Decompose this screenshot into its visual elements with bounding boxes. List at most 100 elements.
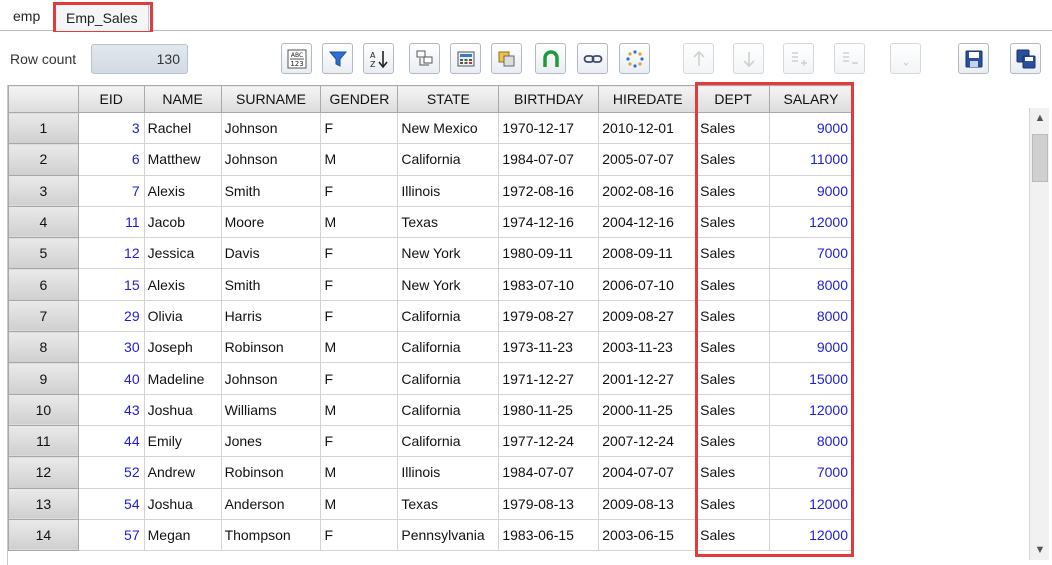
cell-salary[interactable]: 9000 [769,331,853,364]
table-row[interactable]: 4 11 Jacob Moore M Texas 1974-12-16 2004-12-16 S… [8,205,853,239]
cell-dept[interactable]: Sales [696,488,771,520]
cell-hiredate[interactable]: 2009-08-13 [598,488,698,520]
cell-dept[interactable]: Sales [696,456,771,489]
cell-eid[interactable]: 30 [78,331,145,364]
cell-birthday[interactable]: 1971-12-27 [498,362,600,395]
cell-birthday[interactable]: 1984-07-07 [498,143,600,176]
cell-hiredate[interactable]: 2005-07-07 [598,143,698,176]
cell-dept[interactable]: Sales [696,394,771,426]
cell-eid[interactable]: 7 [78,175,145,207]
tab-emp-sales[interactable]: Emp_Sales [55,4,149,31]
table-row[interactable]: 5 12 Jessica Davis F New York 1980-09-11 2008-0… [8,237,853,270]
scroll-up-icon[interactable]: ▲ [1030,108,1050,128]
row-number[interactable]: 6 [8,268,79,301]
cell-eid[interactable]: 57 [78,519,145,552]
table-row[interactable]: 13 54 Joshua Anderson M Texas 1979-08-13 2009-0… [8,487,853,520]
sort-button[interactable]: A Z [363,43,394,74]
cell-eid[interactable]: 12 [78,237,145,270]
cell-surname[interactable]: Johnson [221,112,322,145]
cell-hiredate[interactable]: 2004-07-07 [598,456,698,489]
cell-gender[interactable]: M [320,143,399,176]
cell-gender[interactable]: F [320,175,399,207]
blank-button[interactable] [890,43,921,74]
column-header-gender[interactable]: GENDER [320,85,399,113]
cell-gender[interactable]: M [320,456,399,489]
cell-state[interactable]: Pennsylvania [397,519,500,552]
cell-eid[interactable]: 6 [78,143,145,176]
cell-salary[interactable]: 8000 [769,268,853,301]
cell-birthday[interactable]: 1977-12-24 [498,425,600,458]
column-header-salary[interactable]: SALARY [769,85,853,113]
cell-surname[interactable]: Thompson [221,519,322,552]
cell-salary[interactable]: 15000 [769,362,853,395]
cell-eid[interactable]: 15 [78,268,145,301]
vertical-scrollbar[interactable]: ▲ ▼ [1029,108,1049,560]
cell-dept[interactable]: Sales [696,425,771,458]
cell-hiredate[interactable]: 2007-12-24 [598,425,698,458]
cell-state[interactable]: California [397,331,500,364]
row-number[interactable]: 11 [8,424,79,458]
cell-gender[interactable]: M [320,206,399,239]
cell-birthday[interactable]: 1972-08-16 [498,175,600,207]
cell-dept[interactable]: Sales [696,206,771,239]
move-up-button[interactable] [683,43,714,74]
row-number[interactable]: 7 [8,299,79,333]
cell-birthday[interactable]: 1979-08-27 [498,300,600,333]
cell-state[interactable]: New York [397,268,500,301]
cell-gender[interactable]: F [320,300,399,333]
cell-surname[interactable]: Williams [221,394,322,426]
cell-hiredate[interactable]: 2003-06-15 [598,519,698,552]
cell-birthday[interactable]: 1974-12-16 [498,206,600,239]
cell-salary[interactable]: 7000 [769,237,853,270]
table-row[interactable]: 12 52 Andrew Robinson M Illinois 1984-07-07 200… [8,456,853,489]
cell-gender[interactable]: F [320,268,399,301]
cell-salary[interactable]: 8000 [769,300,853,333]
row-number[interactable]: 5 [8,237,79,270]
cell-surname[interactable]: Johnson [221,362,322,395]
cell-hiredate[interactable]: 2006-07-10 [598,268,698,301]
row-number[interactable]: 12 [8,456,79,489]
row-number[interactable]: 8 [8,331,79,364]
row-number[interactable]: 2 [8,143,79,176]
cell-salary[interactable]: 12000 [769,488,853,520]
cell-state[interactable]: Illinois [397,175,500,207]
cell-salary[interactable]: 8000 [769,425,853,458]
table-row[interactable]: 9 40 Madeline Johnson F California 1971-12-27 2… [8,362,853,395]
column-header-dept[interactable]: DEPT [696,85,771,113]
column-header-surname[interactable]: SURNAME [220,85,322,113]
row-number[interactable]: 3 [8,174,79,207]
cell-state[interactable]: Texas [397,488,500,520]
row-number[interactable]: 13 [8,487,79,520]
move-down-button[interactable] [733,43,764,74]
cell-salary[interactable]: 11000 [769,143,853,176]
column-header-state[interactable]: STATE [397,85,500,113]
merge-button[interactable] [535,43,566,74]
cell-name[interactable]: Joshua [144,488,222,520]
cell-eid[interactable]: 40 [78,362,145,395]
cell-birthday[interactable]: 1984-07-07 [498,456,600,489]
cell-name[interactable]: Olivia [144,300,222,333]
cell-salary[interactable]: 12000 [769,519,853,552]
table-row[interactable]: 2 6 Matthew Johnson M California 1984-07-07 200… [8,143,853,176]
cell-surname[interactable]: Harris [221,300,322,333]
cell-name[interactable]: Jessica [144,237,222,270]
cell-dept[interactable]: Sales [696,237,771,270]
cell-surname[interactable]: Smith [221,175,322,207]
cell-state[interactable]: California [397,394,500,426]
cell-hiredate[interactable]: 2003-11-23 [598,331,698,364]
cell-dept[interactable]: Sales [696,143,771,176]
cell-dept[interactable]: Sales [696,331,771,364]
column-header-name[interactable]: NAME [143,85,222,113]
cell-eid[interactable]: 29 [78,300,145,333]
cell-hiredate[interactable]: 2000-11-25 [598,394,698,426]
copy-button[interactable] [491,43,522,74]
cell-hiredate[interactable]: 2009-08-27 [598,300,698,333]
cell-gender[interactable]: F [320,425,399,458]
link-button[interactable] [577,43,608,74]
cell-dept[interactable]: Sales [696,112,771,145]
cell-name[interactable]: Alexis [144,268,222,301]
row-number[interactable]: 10 [8,393,79,426]
cell-surname[interactable]: Robinson [221,456,322,489]
cell-eid[interactable]: 11 [78,206,145,239]
column-header-hiredate[interactable]: HIREDATE [598,85,698,113]
